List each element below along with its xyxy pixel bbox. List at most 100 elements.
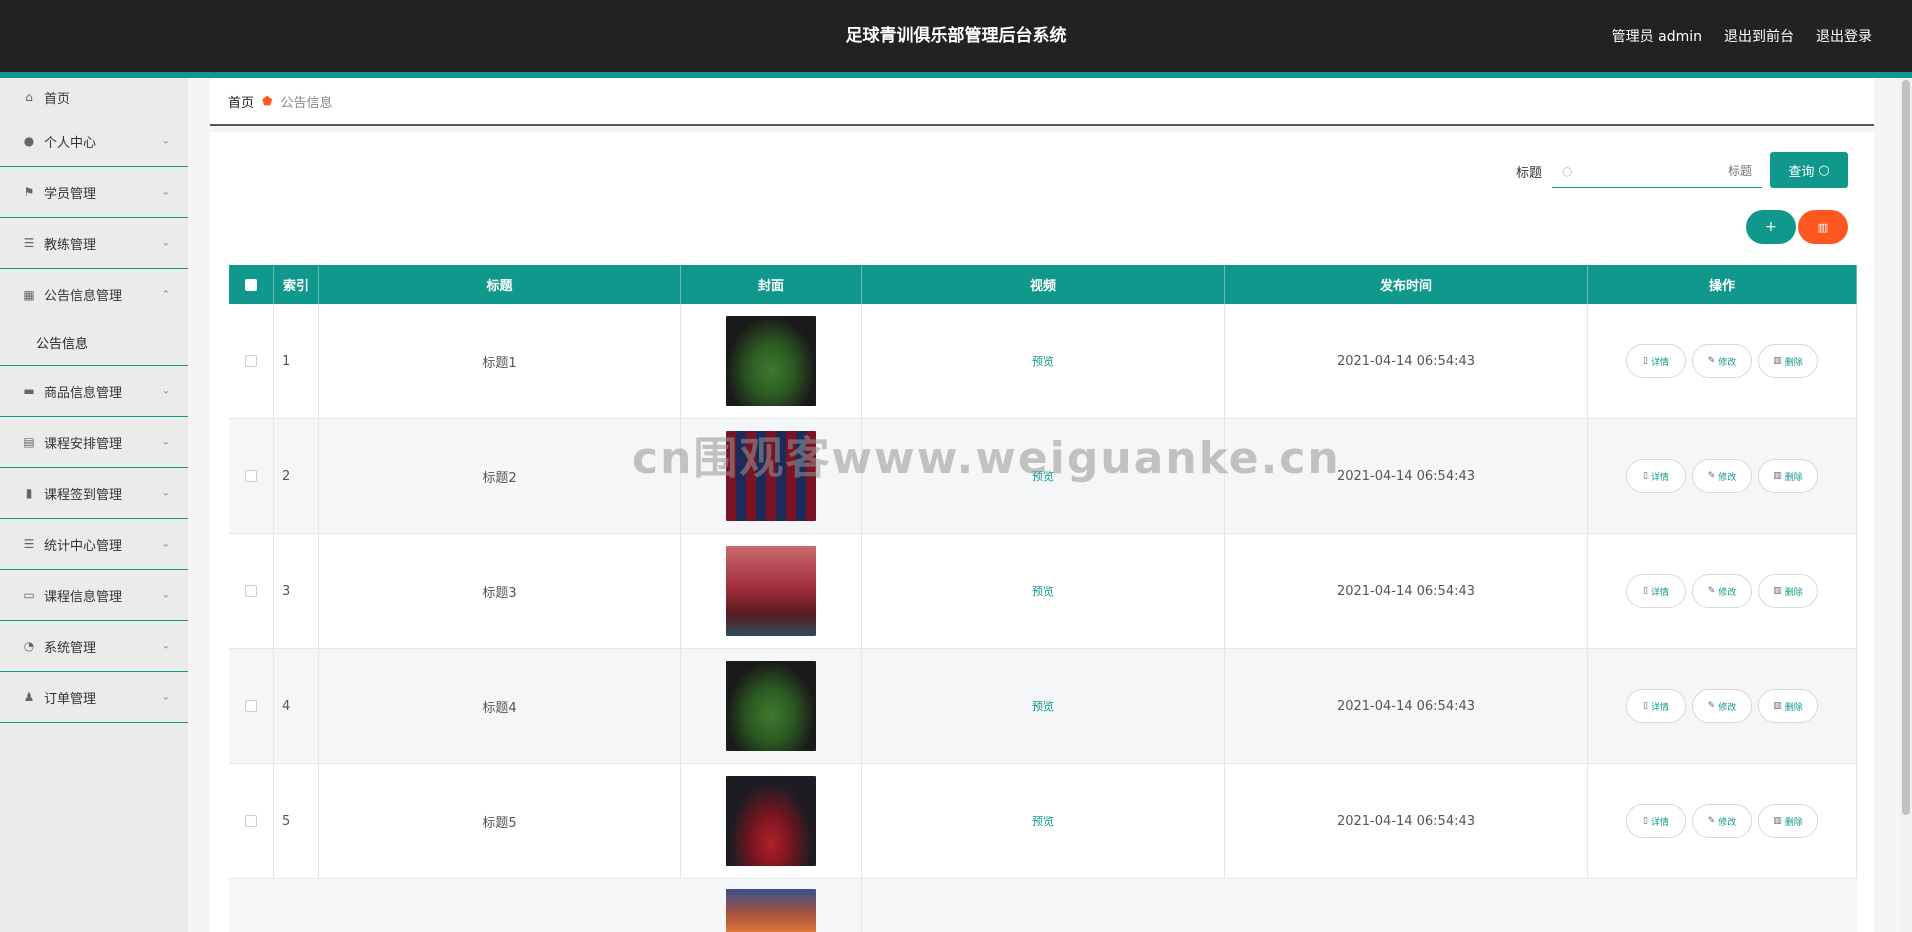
trash-icon: ▥ [1773,471,1782,481]
delete-button-label: 删除 [1784,357,1803,368]
header-select-all[interactable] [229,265,274,304]
edit-button[interactable]: ✎ 修改 [1692,689,1752,723]
row-checkbox-cell [229,534,274,648]
sidebar-item-label: 公告信息管理 [44,289,123,304]
row-checkbox[interactable] [245,700,257,712]
detail-button-label: 详情 [1650,817,1669,828]
detail-button[interactable]: ▯ 详情 [1626,689,1686,723]
document-icon: ▯ [1643,701,1648,711]
sidebar-item-courses[interactable]: ▭ 课程信息管理 ⌄ [0,570,188,621]
trash-icon: ▥ [1773,356,1782,366]
search-button[interactable]: 查询 ○ [1770,152,1848,188]
sidebar-item-schedule[interactable]: ▤ 课程安排管理 ⌄ [0,417,188,468]
home-icon: ⌂ [25,90,33,104]
cover-image[interactable] [726,889,816,932]
batch-delete-button[interactable]: ▥ [1798,210,1848,244]
sidebar-item-statistics[interactable]: ☰ 统计中心管理 ⌄ [0,519,188,570]
row-checkbox-cell [229,304,274,418]
sidebar-subitem-announcement-info[interactable]: 公告信息 [0,320,188,366]
row-checkbox-cell [229,764,274,878]
cover-image[interactable] [726,546,816,636]
select-all-checkbox[interactable] [245,278,257,291]
delete-button[interactable]: ▥ 删除 [1758,804,1818,838]
admin-user-label[interactable]: 管理员 admin [1612,26,1702,46]
delete-button[interactable]: ▥ 删除 [1758,689,1818,723]
row-checkbox[interactable] [245,815,257,827]
logout-link[interactable]: 退出登录 [1816,26,1872,46]
detail-button[interactable]: ▯ 详情 [1626,459,1686,493]
chevron-down-icon: ⌄ [161,186,170,198]
row-index: 3 [274,534,319,648]
row-index: 1 [274,304,319,418]
row-actions: ▯ 详情 ✎ 修改 ▥ 删除 [1588,764,1857,878]
gauge-icon: ◔ [23,639,35,653]
exit-to-front-link[interactable]: 退出到前台 [1724,26,1794,46]
sidebar: ⌂ 首页 ● 个人中心 ⌄ ⚑ 学员管理 ⌄ ☰ 教练管理 ⌄ ▦ 公告信息管理… [0,78,188,932]
chevron-down-icon: ⌄ [161,436,170,448]
row-checkbox[interactable] [245,355,257,367]
video-preview-link[interactable]: 预览 [1032,698,1054,714]
chevron-down-icon: ⌄ [161,691,170,703]
pencil-icon: ✎ [1707,471,1716,481]
cover-image[interactable] [726,661,816,751]
row-cover-cell [681,304,862,418]
trash-icon: ▥ [1773,586,1782,596]
edit-button[interactable]: ✎ 修改 [1692,344,1752,378]
row-video-cell: 预览 [862,764,1225,878]
table-header: 索引 标题 封面 视频 发布时间 操作 [229,265,1857,304]
sidebar-item-coaches[interactable]: ☰ 教练管理 ⌄ [0,218,188,269]
row-publish-time: 2021-04-14 06:54:43 [1225,304,1588,418]
scrollbar-thumb[interactable] [1902,80,1910,815]
row-checkbox-cell [229,419,274,533]
sidebar-item-personal[interactable]: ● 个人中心 ⌄ [0,116,188,167]
pencil-icon: ✎ [1707,816,1716,826]
pencil-icon: ✎ [1707,356,1716,366]
list-icon: ☰ [23,236,35,250]
search-icon: ○ [1818,162,1830,178]
detail-button[interactable]: ▯ 详情 [1626,804,1686,838]
row-checkbox[interactable] [245,585,257,597]
chevron-up-icon: ⌃ [161,289,170,300]
add-button[interactable]: + [1746,210,1796,244]
search-field[interactable]: ○ [1552,154,1762,188]
edit-button-label: 修改 [1718,357,1737,368]
video-preview-link[interactable]: 预览 [1032,583,1054,599]
document-icon: ▯ [1643,356,1648,366]
detail-button[interactable]: ▯ 详情 [1626,344,1686,378]
breadcrumb-current: 公告信息 [280,95,333,111]
edit-button-label: 修改 [1718,702,1737,713]
breadcrumb-separator-icon: ⬟ [262,94,273,108]
row-actions: ▯ 详情 ✎ 修改 ▥ 删除 [1588,649,1857,763]
row-checkbox[interactable] [245,470,257,482]
sidebar-item-home[interactable]: ⌂ 首页 [0,78,188,116]
row-video-cell: 预览 [862,649,1225,763]
sidebar-item-system[interactable]: ◔ 系统管理 ⌄ [0,621,188,672]
breadcrumb-home[interactable]: 首页 [228,92,254,111]
cover-image[interactable] [726,316,816,406]
chevron-down-icon: ⌄ [161,487,170,499]
cover-image[interactable] [726,776,816,866]
sidebar-item-orders[interactable]: ♟ 订单管理 ⌄ [0,672,188,723]
edit-button[interactable]: ✎ 修改 [1692,574,1752,608]
sidebar-item-students[interactable]: ⚑ 学员管理 ⌄ [0,167,188,218]
search-input[interactable] [1578,163,1752,178]
monitor-icon: ▭ [23,588,35,602]
sidebar-item-products[interactable]: ▬ 商品信息管理 ⌄ [0,366,188,417]
video-preview-link[interactable]: 预览 [1032,353,1054,369]
row-index: 4 [274,649,319,763]
delete-button[interactable]: ▥ 删除 [1758,459,1818,493]
detail-button[interactable]: ▯ 详情 [1626,574,1686,608]
bar-chart-icon: ▮ [25,486,33,500]
column-header: 发布时间 [1225,265,1588,304]
edit-button[interactable]: ✎ 修改 [1692,804,1752,838]
announcement-table: 索引 标题 封面 视频 发布时间 操作 1 标题1 预览 2021-04-14 … [229,265,1857,932]
delete-button[interactable]: ▥ 删除 [1758,574,1818,608]
sidebar-item-announcements[interactable]: ▦ 公告信息管理 ⌃ [0,269,188,320]
sidebar-item-checkin[interactable]: ▮ 课程签到管理 ⌄ [0,468,188,519]
row-publish-time: 2021-04-14 06:54:43 [1225,764,1588,878]
edit-button[interactable]: ✎ 修改 [1692,459,1752,493]
trash-icon: ▥ [1773,816,1782,826]
sidebar-item-label: 系统管理 [44,640,97,656]
video-preview-link[interactable]: 预览 [1032,813,1054,829]
delete-button[interactable]: ▥ 删除 [1758,344,1818,378]
